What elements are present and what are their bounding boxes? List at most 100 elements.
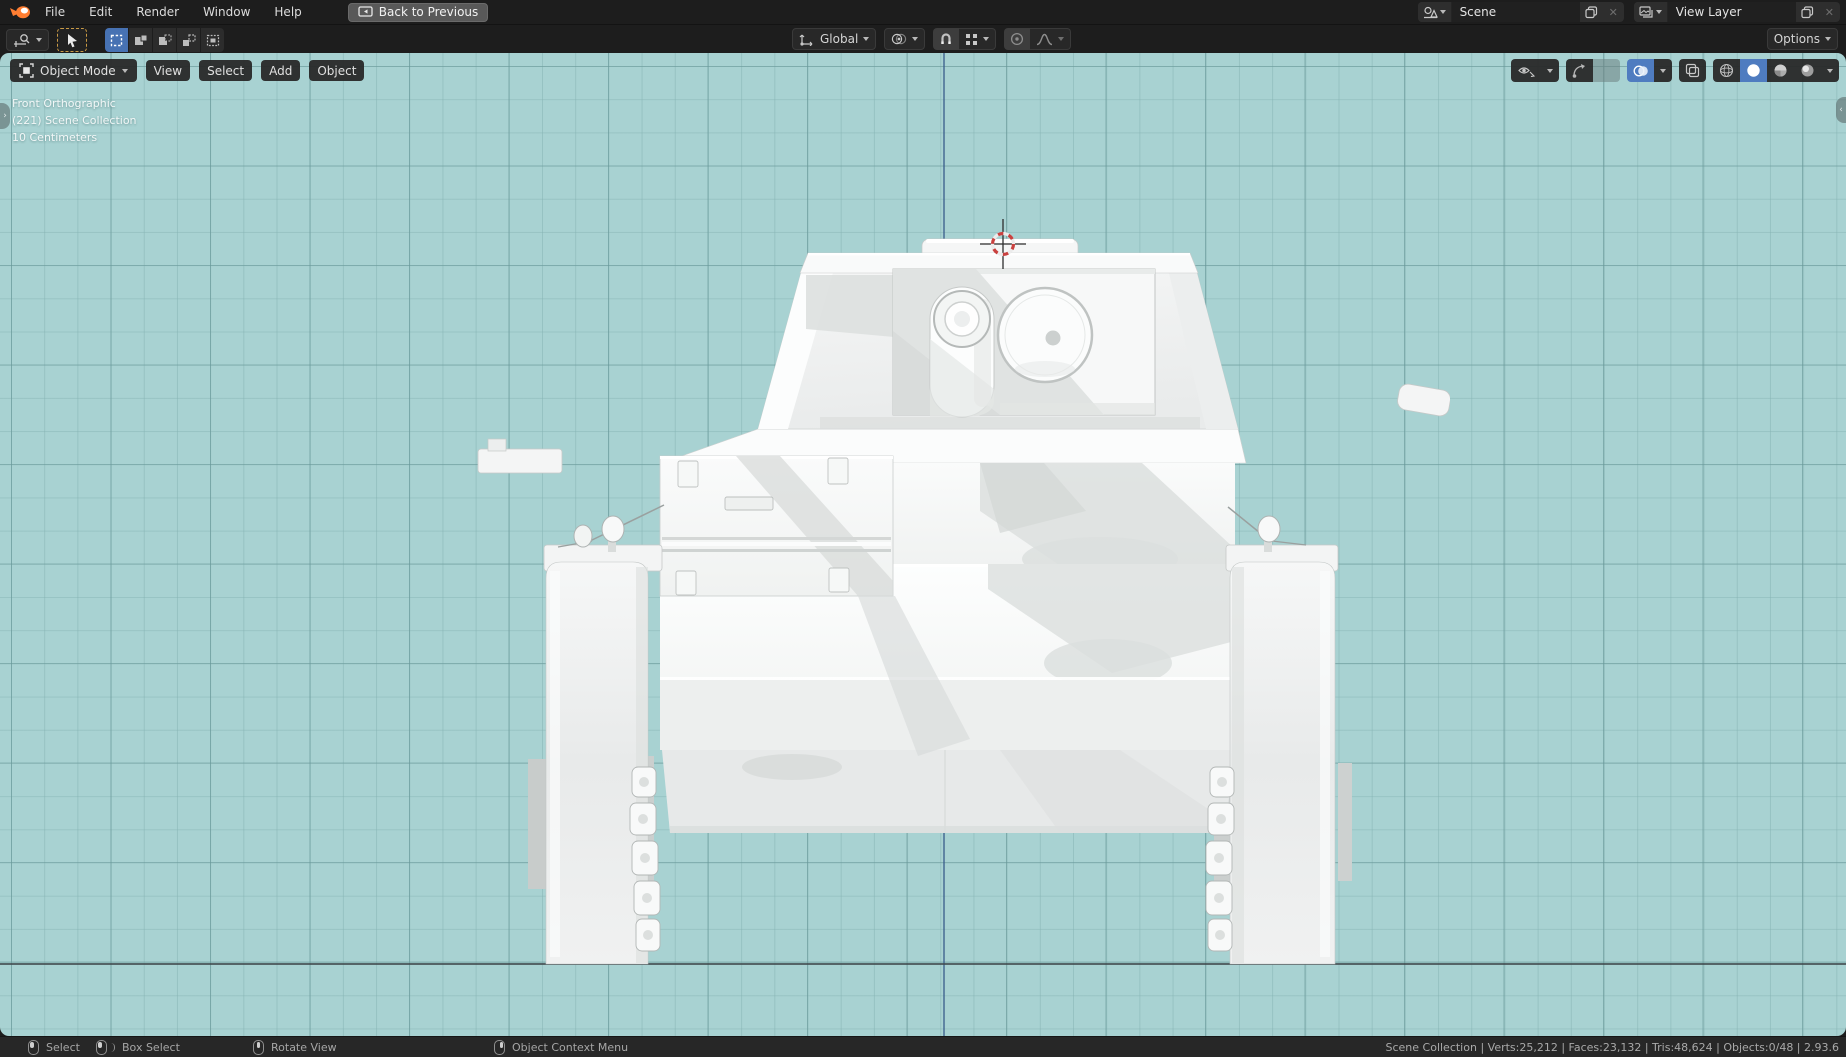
- viewport-menu-select[interactable]: Select: [199, 60, 253, 81]
- select-mode-extend-button[interactable]: [129, 28, 152, 52]
- hint-label: Box Select: [122, 1041, 180, 1054]
- chevron-down-icon: [1825, 37, 1831, 41]
- viewport-menu-view[interactable]: View: [145, 60, 191, 81]
- overlays-icon: [1633, 65, 1648, 76]
- tool-settings-center: Global: [792, 28, 1072, 50]
- snapping-group: [933, 28, 997, 50]
- menu-edit[interactable]: Edit: [77, 2, 124, 22]
- mouse-left-drag: [96, 1040, 107, 1055]
- viewport-header: Object Mode View Select Add Object: [10, 59, 365, 82]
- orientation-axes-icon: [799, 34, 813, 46]
- view-layer-browse-button[interactable]: [1633, 2, 1668, 22]
- chevron-down-icon: [983, 37, 990, 41]
- topbar: File Edit Render Window Help Back to Pre…: [0, 0, 1846, 25]
- view-layer-copy-button[interactable]: [1795, 2, 1819, 22]
- sidebar-expand-tab[interactable]: ‹: [1836, 97, 1846, 123]
- scene-copy-button[interactable]: [1579, 2, 1603, 22]
- tweak-tool-button[interactable]: [57, 28, 87, 52]
- scene-icon: [1423, 6, 1438, 19]
- shading-mode-group: [1713, 59, 1839, 82]
- gizmo-dropdown[interactable]: [1593, 59, 1620, 82]
- xray-icon: [1685, 63, 1700, 78]
- tool-settings-left: [6, 28, 224, 52]
- overlays-group: [1627, 59, 1672, 82]
- falloff-dropdown[interactable]: [1030, 28, 1072, 50]
- viewport-menu-object[interactable]: Object: [309, 60, 365, 81]
- view-layer-icon: [1639, 5, 1654, 19]
- menu-file[interactable]: File: [33, 2, 77, 22]
- viewport-menu-add[interactable]: Add: [261, 60, 301, 81]
- chevron-down-icon: [1655, 10, 1662, 14]
- pivot-point-dropdown[interactable]: [884, 28, 926, 50]
- shading-material-button[interactable]: [1767, 59, 1794, 82]
- mouse-middle: [253, 1040, 264, 1055]
- mouse-left: [28, 1040, 39, 1055]
- scene-unlink-button[interactable]: ✕: [1603, 6, 1624, 19]
- proportional-edit-group: [1004, 28, 1072, 50]
- shading-rendered-button[interactable]: [1794, 59, 1821, 82]
- active-tool-dropdown[interactable]: [6, 29, 49, 51]
- tweak-cursor-icon: [67, 33, 77, 47]
- back-to-previous-button[interactable]: Back to Previous: [347, 2, 489, 22]
- select-invert-icon: [182, 33, 196, 46]
- scene-browse-button[interactable]: [1417, 2, 1452, 22]
- transform-orientation-dropdown[interactable]: Global: [792, 28, 877, 50]
- view-layer-name-field[interactable]: View Layer: [1667, 2, 1796, 22]
- viewport-3d[interactable]: Object Mode View Select Add Object Front…: [0, 53, 1846, 1036]
- show-gizmo-toggle[interactable]: [1566, 59, 1593, 82]
- chevron-down-icon: [1547, 68, 1553, 73]
- shading-wireframe-button[interactable]: [1713, 59, 1740, 82]
- gizmo-icon: [1572, 64, 1585, 78]
- chevron-down-icon: [36, 38, 42, 42]
- snap-target-icon: [966, 33, 978, 45]
- select-extend-icon: [134, 34, 147, 45]
- blender-logo[interactable]: [7, 4, 33, 21]
- snap-toggle[interactable]: [933, 28, 960, 50]
- menu-render[interactable]: Render: [124, 2, 191, 22]
- chevron-down-icon: [863, 37, 870, 41]
- hint-rotate-view: Rotate View: [253, 1037, 337, 1057]
- view-layer-remove-button[interactable]: ✕: [1819, 6, 1840, 19]
- options-dropdown[interactable]: Options: [1766, 28, 1838, 50]
- select-mode-set-button[interactable]: [105, 28, 128, 52]
- menu-window[interactable]: Window: [191, 2, 262, 22]
- tool-settings-row: Global Options: [0, 26, 1846, 53]
- magnet-icon: [941, 33, 951, 44]
- tank-model[interactable]: [440, 211, 1450, 971]
- pivot-point-icon: [892, 33, 907, 45]
- scene-stats: Scene Collection | Verts:25,212 | Faces:…: [1385, 1041, 1840, 1054]
- mouse-right: [494, 1040, 505, 1055]
- chevron-down-icon: [1439, 10, 1446, 14]
- mode-label: Object Mode: [40, 63, 116, 78]
- scene-name-field[interactable]: Scene: [1451, 2, 1580, 22]
- hint-object-context-menu: Object Context Menu: [494, 1037, 628, 1057]
- select-mode-subtract-button[interactable]: [153, 28, 176, 52]
- gizmos-group: [1566, 59, 1620, 82]
- snap-target-dropdown[interactable]: [959, 28, 997, 50]
- menu-help[interactable]: Help: [262, 2, 313, 22]
- shading-solid-button[interactable]: [1740, 59, 1767, 82]
- proportional-edit-toggle[interactable]: [1004, 28, 1031, 50]
- chevron-down-icon: [912, 37, 919, 41]
- toolbar-expand-tab[interactable]: ›: [0, 103, 10, 129]
- mode-dropdown[interactable]: Object Mode: [10, 59, 137, 82]
- view-name-label: Front Orthographic: [12, 97, 116, 110]
- chevron-down-icon: [121, 68, 128, 73]
- select-set-icon: [110, 34, 123, 46]
- falloff-curve-icon: [1037, 33, 1053, 45]
- back-button-label: Back to Previous: [378, 5, 479, 19]
- statusbar: Select Box Select Rotate View Object Con…: [0, 1036, 1846, 1057]
- back-screen-icon: [358, 6, 373, 18]
- collection-label: (221) Scene Collection: [12, 114, 137, 127]
- topbar-right: Scene ✕ View Layer ✕: [1417, 2, 1840, 22]
- copy-icon: [1801, 5, 1813, 18]
- xray-toggle[interactable]: [1679, 59, 1706, 82]
- object-mode-icon: [19, 63, 34, 78]
- select-mode-invert-button[interactable]: [177, 28, 200, 52]
- rendered-shading-icon: [1801, 64, 1814, 77]
- select-mode-intersect-button[interactable]: [201, 28, 224, 52]
- show-overlays-toggle[interactable]: [1627, 59, 1654, 82]
- select-mode-group: [105, 28, 224, 52]
- object-types-visibility-dropdown[interactable]: [1511, 59, 1559, 82]
- hint-box-select: Box Select: [96, 1037, 180, 1057]
